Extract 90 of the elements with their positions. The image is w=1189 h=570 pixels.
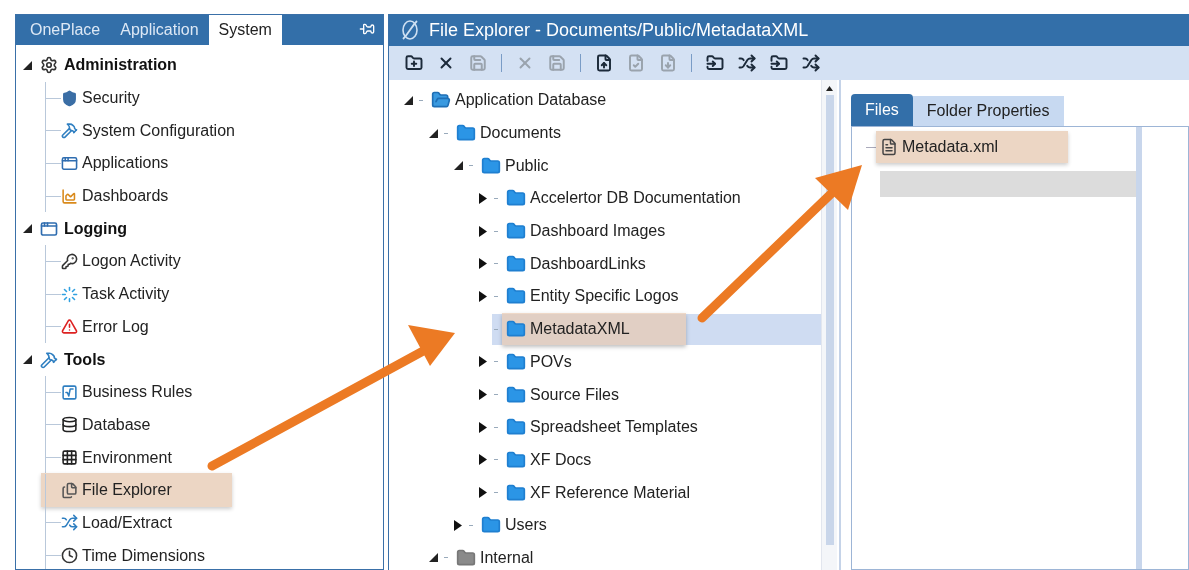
shield-icon: [61, 89, 78, 107]
folder-icon: [481, 155, 501, 176]
folder-icon: [506, 188, 526, 209]
expand-toggle[interactable]: [476, 225, 490, 237]
folder-icon: [506, 449, 526, 470]
tree-item[interactable]: Public: [477, 149, 553, 182]
folder-icon: [481, 515, 501, 536]
tree-item[interactable]: Dashboard Images: [502, 215, 670, 248]
folder-import-button[interactable]: [770, 54, 788, 72]
expand-toggle[interactable]: [476, 389, 490, 401]
folder-icon: [506, 286, 526, 307]
hammer-icon: [61, 122, 78, 140]
nav-item[interactable]: Logon Activity: [61, 244, 181, 279]
shuffle-button[interactable]: [802, 54, 820, 72]
expand-toggle[interactable]: [476, 487, 490, 499]
grid-icon: [61, 449, 78, 467]
expand-toggle[interactable]: [476, 356, 490, 368]
file-icon: [880, 138, 898, 156]
folder-icon: [506, 221, 526, 242]
tree-item[interactable]: XF Reference Material: [502, 476, 695, 509]
tree-item[interactable]: Internal: [452, 541, 538, 570]
expand-toggle[interactable]: [476, 421, 490, 433]
nav-item[interactable]: Error Log: [61, 309, 149, 344]
nav-item[interactable]: Dashboards: [61, 179, 169, 214]
tree-item[interactable]: Source Files: [502, 378, 623, 411]
nav-item[interactable]: Applications: [61, 146, 169, 181]
nav-item[interactable]: Business Rules: [61, 375, 193, 410]
gear-icon: [40, 56, 58, 75]
pin-icon[interactable]: [359, 21, 375, 37]
tab[interactable]: System: [208, 15, 282, 45]
nav-item[interactable]: Task Activity: [61, 277, 170, 312]
tab[interactable]: Files: [851, 94, 913, 126]
tree-item[interactable]: POVs: [502, 345, 576, 378]
nav-item[interactable]: File Explorer: [41, 473, 232, 508]
window-title: File Explorer - Documents/Public/MetadataXML: [429, 18, 809, 42]
tab[interactable]: Folder Properties: [912, 96, 1064, 126]
window-icon: [61, 154, 78, 172]
tree-item[interactable]: Documents: [452, 117, 565, 150]
folder-icon: [506, 482, 526, 503]
nav-item[interactable]: Time Dimensions: [61, 538, 205, 569]
nav-item[interactable]: Database: [61, 407, 151, 442]
folder-icon: [506, 384, 526, 405]
nav-item[interactable]: System Configuration: [61, 113, 235, 148]
formula-icon: [61, 383, 78, 401]
chart-icon: [61, 187, 78, 205]
tree-item[interactable]: Application Database: [427, 84, 611, 117]
key-icon: [61, 252, 78, 270]
tree-item[interactable]: MetadataXML: [502, 313, 686, 346]
tree-item[interactable]: Users: [477, 509, 551, 542]
folder-icon: [506, 351, 526, 372]
tab[interactable]: OnePlace: [20, 15, 111, 45]
file-up-button[interactable]: [595, 54, 613, 72]
clock-icon: [61, 547, 78, 565]
expand-toggle[interactable]: [476, 258, 490, 270]
tree-item[interactable]: Entity Specific Logos: [502, 280, 683, 313]
nav-item[interactable]: Load/Extract: [61, 505, 172, 540]
folder-icon: [456, 123, 476, 144]
tree-item[interactable]: DashboardLinks: [502, 247, 650, 280]
logo-icon: [399, 19, 421, 41]
group-label[interactable]: Tools: [64, 347, 106, 372]
folder-icon: [506, 319, 526, 340]
folder-icon: [506, 417, 526, 438]
nav-item[interactable]: Environment: [61, 440, 172, 475]
new-folder-button[interactable]: [405, 54, 423, 72]
scrollbar[interactable]: [821, 80, 837, 570]
nav-item[interactable]: Security: [61, 81, 140, 116]
folder-icon: [456, 547, 476, 568]
window-icon: [40, 219, 58, 238]
database-icon: [61, 416, 78, 434]
folder-icon: [506, 253, 526, 274]
shuffle-button[interactable]: [738, 54, 756, 72]
warning-icon: [61, 318, 78, 336]
folder-import-button[interactable]: [706, 54, 724, 72]
close-button[interactable]: [437, 54, 455, 72]
spinner-icon: [61, 285, 78, 303]
shuffle-icon: [61, 514, 78, 532]
expand-toggle[interactable]: [476, 454, 490, 466]
tree-item[interactable]: Spreadsheet Templates: [502, 411, 702, 444]
tab[interactable]: Application: [110, 15, 209, 45]
hammer-icon: [40, 350, 58, 369]
scroll-up-icon[interactable]: [826, 86, 833, 91]
group-label[interactable]: Logging: [64, 216, 128, 241]
group-label[interactable]: Administration: [64, 53, 177, 78]
tree-item[interactable]: XF Docs: [502, 443, 596, 476]
file-item[interactable]: Metadata.xml: [876, 131, 1069, 163]
expand-toggle[interactable]: [451, 519, 465, 531]
expand-toggle[interactable]: [476, 290, 490, 302]
files-icon: [61, 481, 78, 499]
tree-item[interactable]: Accelertor DB Documentation: [502, 182, 745, 215]
expand-toggle[interactable]: [476, 192, 490, 204]
